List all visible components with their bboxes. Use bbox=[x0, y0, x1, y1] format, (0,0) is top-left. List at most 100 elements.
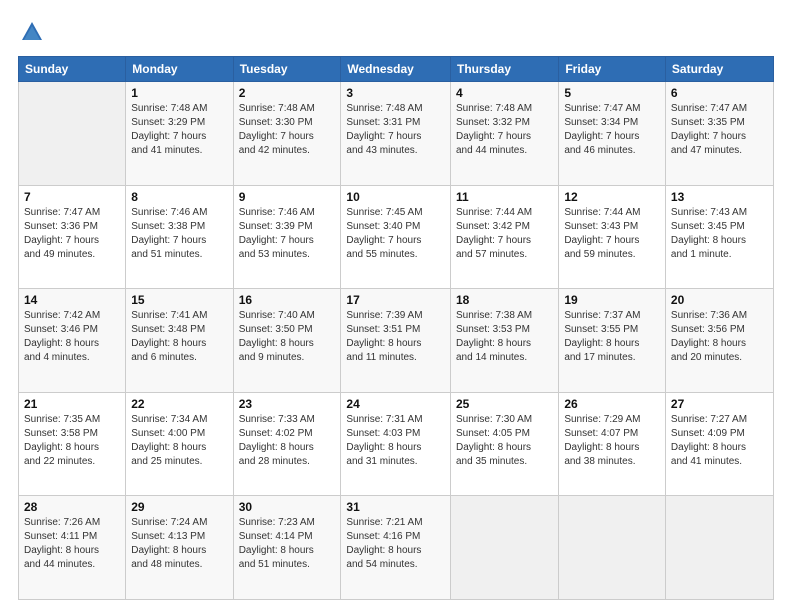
day-cell: 7 Sunrise: 7:47 AMSunset: 3:36 PMDaylight… bbox=[19, 185, 126, 289]
day-info: Sunrise: 7:34 AMSunset: 4:00 PMDaylight:… bbox=[131, 413, 227, 469]
day-header-monday: Monday bbox=[126, 57, 233, 82]
day-number: 7 bbox=[24, 190, 120, 204]
day-number: 31 bbox=[346, 500, 445, 514]
day-header-thursday: Thursday bbox=[450, 57, 558, 82]
day-info: Sunrise: 7:40 AMSunset: 3:50 PMDaylight:… bbox=[239, 309, 336, 365]
day-number: 17 bbox=[346, 293, 445, 307]
day-number: 11 bbox=[456, 190, 553, 204]
day-info: Sunrise: 7:21 AMSunset: 4:16 PMDaylight:… bbox=[346, 516, 445, 572]
day-cell: 23Sunrise: 7:33 AMSunset: 4:02 PMDayligh… bbox=[233, 392, 341, 496]
day-cell: 17 Sunrise: 7:39 AMSunset: 3:51 PMDayligh… bbox=[341, 289, 451, 393]
day-cell: 12 Sunrise: 7:44 AMSunset: 3:43 PMDayligh… bbox=[559, 185, 666, 289]
day-cell: 15 Sunrise: 7:41 AMSunset: 3:48 PMDayligh… bbox=[126, 289, 233, 393]
day-cell: 13 Sunrise: 7:43 AMSunset: 3:45 PMDayligh… bbox=[665, 185, 773, 289]
day-cell: 11 Sunrise: 7:44 AMSunset: 3:42 PMDayligh… bbox=[450, 185, 558, 289]
day-info: Sunrise: 7:48 AMSunset: 3:29 PMDaylight:… bbox=[131, 102, 227, 158]
day-cell: 14Sunrise: 7:42 AMSunset: 3:46 PMDayligh… bbox=[19, 289, 126, 393]
day-number: 8 bbox=[131, 190, 227, 204]
logo bbox=[18, 18, 50, 46]
day-cell: 29 Sunrise: 7:24 AMSunset: 4:13 PMDayligh… bbox=[126, 496, 233, 600]
week-row-0: 1 Sunrise: 7:48 AMSunset: 3:29 PMDaylight… bbox=[19, 82, 774, 186]
day-number: 18 bbox=[456, 293, 553, 307]
day-info: Sunrise: 7:41 AMSunset: 3:48 PMDaylight:… bbox=[131, 309, 227, 365]
day-info: Sunrise: 7:44 AMSunset: 3:42 PMDaylight:… bbox=[456, 206, 553, 262]
day-number: 3 bbox=[346, 86, 445, 100]
day-number: 28 bbox=[24, 500, 120, 514]
day-info: Sunrise: 7:46 AMSunset: 3:38 PMDaylight:… bbox=[131, 206, 227, 262]
week-row-3: 21 Sunrise: 7:35 AMSunset: 3:58 PMDayligh… bbox=[19, 392, 774, 496]
day-header-friday: Friday bbox=[559, 57, 666, 82]
logo-icon bbox=[18, 18, 46, 46]
day-info: Sunrise: 7:46 AMSunset: 3:39 PMDaylight:… bbox=[239, 206, 336, 262]
day-cell: 31 Sunrise: 7:21 AMSunset: 4:16 PMDayligh… bbox=[341, 496, 451, 600]
calendar-header: SundayMondayTuesdayWednesdayThursdayFrid… bbox=[19, 57, 774, 82]
day-info: Sunrise: 7:24 AMSunset: 4:13 PMDaylight:… bbox=[131, 516, 227, 572]
day-cell: 6 Sunrise: 7:47 AMSunset: 3:35 PMDaylight… bbox=[665, 82, 773, 186]
day-cell: 19Sunrise: 7:37 AMSunset: 3:55 PMDayligh… bbox=[559, 289, 666, 393]
day-header-tuesday: Tuesday bbox=[233, 57, 341, 82]
week-row-4: 28Sunrise: 7:26 AMSunset: 4:11 PMDayligh… bbox=[19, 496, 774, 600]
day-header-saturday: Saturday bbox=[665, 57, 773, 82]
day-header-sunday: Sunday bbox=[19, 57, 126, 82]
day-number: 22 bbox=[131, 397, 227, 411]
day-number: 29 bbox=[131, 500, 227, 514]
day-cell: 5Sunrise: 7:47 AMSunset: 3:34 PMDaylight… bbox=[559, 82, 666, 186]
page: SundayMondayTuesdayWednesdayThursdayFrid… bbox=[0, 0, 792, 612]
day-number: 27 bbox=[671, 397, 768, 411]
day-number: 14 bbox=[24, 293, 120, 307]
day-number: 1 bbox=[131, 86, 227, 100]
day-info: Sunrise: 7:47 AMSunset: 3:35 PMDaylight:… bbox=[671, 102, 768, 158]
day-info: Sunrise: 7:36 AMSunset: 3:56 PMDaylight:… bbox=[671, 309, 768, 365]
day-info: Sunrise: 7:47 AMSunset: 3:36 PMDaylight:… bbox=[24, 206, 120, 262]
day-cell: 20 Sunrise: 7:36 AMSunset: 3:56 PMDayligh… bbox=[665, 289, 773, 393]
day-info: Sunrise: 7:45 AMSunset: 3:40 PMDaylight:… bbox=[346, 206, 445, 262]
day-info: Sunrise: 7:31 AMSunset: 4:03 PMDaylight:… bbox=[346, 413, 445, 469]
day-number: 13 bbox=[671, 190, 768, 204]
day-number: 10 bbox=[346, 190, 445, 204]
day-number: 9 bbox=[239, 190, 336, 204]
day-info: Sunrise: 7:39 AMSunset: 3:51 PMDaylight:… bbox=[346, 309, 445, 365]
day-number: 26 bbox=[564, 397, 660, 411]
day-number: 16 bbox=[239, 293, 336, 307]
day-number: 2 bbox=[239, 86, 336, 100]
day-cell: 16 Sunrise: 7:40 AMSunset: 3:50 PMDayligh… bbox=[233, 289, 341, 393]
day-cell bbox=[19, 82, 126, 186]
day-info: Sunrise: 7:23 AMSunset: 4:14 PMDaylight:… bbox=[239, 516, 336, 572]
day-cell: 3Sunrise: 7:48 AMSunset: 3:31 PMDaylight… bbox=[341, 82, 451, 186]
day-number: 12 bbox=[564, 190, 660, 204]
day-info: Sunrise: 7:38 AMSunset: 3:53 PMDaylight:… bbox=[456, 309, 553, 365]
day-number: 30 bbox=[239, 500, 336, 514]
day-number: 24 bbox=[346, 397, 445, 411]
day-number: 4 bbox=[456, 86, 553, 100]
week-row-1: 7 Sunrise: 7:47 AMSunset: 3:36 PMDaylight… bbox=[19, 185, 774, 289]
day-cell: 30 Sunrise: 7:23 AMSunset: 4:14 PMDayligh… bbox=[233, 496, 341, 600]
header bbox=[18, 18, 774, 46]
day-number: 20 bbox=[671, 293, 768, 307]
day-cell bbox=[450, 496, 558, 600]
day-number: 15 bbox=[131, 293, 227, 307]
day-info: Sunrise: 7:27 AMSunset: 4:09 PMDaylight:… bbox=[671, 413, 768, 469]
day-cell: 4Sunrise: 7:48 AMSunset: 3:32 PMDaylight… bbox=[450, 82, 558, 186]
day-cell: 22 Sunrise: 7:34 AMSunset: 4:00 PMDayligh… bbox=[126, 392, 233, 496]
day-cell: 18 Sunrise: 7:38 AMSunset: 3:53 PMDayligh… bbox=[450, 289, 558, 393]
day-cell: 8 Sunrise: 7:46 AMSunset: 3:38 PMDaylight… bbox=[126, 185, 233, 289]
day-info: Sunrise: 7:35 AMSunset: 3:58 PMDaylight:… bbox=[24, 413, 120, 469]
day-cell: 1 Sunrise: 7:48 AMSunset: 3:29 PMDaylight… bbox=[126, 82, 233, 186]
day-cell: 24 Sunrise: 7:31 AMSunset: 4:03 PMDayligh… bbox=[341, 392, 451, 496]
day-info: Sunrise: 7:43 AMSunset: 3:45 PMDaylight:… bbox=[671, 206, 768, 262]
day-number: 5 bbox=[564, 86, 660, 100]
day-cell: 26Sunrise: 7:29 AMSunset: 4:07 PMDayligh… bbox=[559, 392, 666, 496]
day-cell: 2Sunrise: 7:48 AMSunset: 3:30 PMDaylight… bbox=[233, 82, 341, 186]
calendar: SundayMondayTuesdayWednesdayThursdayFrid… bbox=[18, 56, 774, 600]
day-cell bbox=[559, 496, 666, 600]
day-number: 6 bbox=[671, 86, 768, 100]
day-number: 19 bbox=[564, 293, 660, 307]
day-cell: 27 Sunrise: 7:27 AMSunset: 4:09 PMDayligh… bbox=[665, 392, 773, 496]
day-cell: 10 Sunrise: 7:45 AMSunset: 3:40 PMDayligh… bbox=[341, 185, 451, 289]
day-cell bbox=[665, 496, 773, 600]
day-info: Sunrise: 7:44 AMSunset: 3:43 PMDaylight:… bbox=[564, 206, 660, 262]
day-cell: 21 Sunrise: 7:35 AMSunset: 3:58 PMDayligh… bbox=[19, 392, 126, 496]
day-cell: 28Sunrise: 7:26 AMSunset: 4:11 PMDayligh… bbox=[19, 496, 126, 600]
day-number: 21 bbox=[24, 397, 120, 411]
day-header-wednesday: Wednesday bbox=[341, 57, 451, 82]
